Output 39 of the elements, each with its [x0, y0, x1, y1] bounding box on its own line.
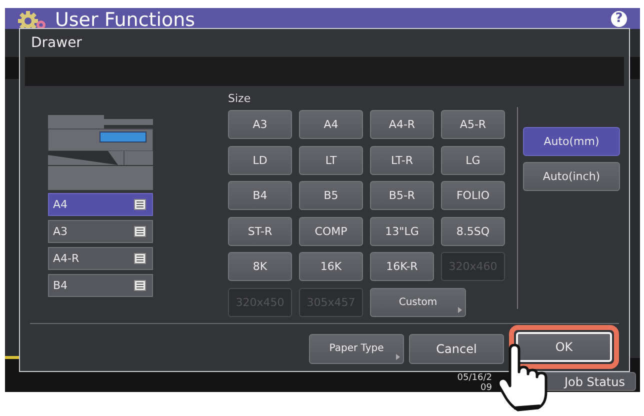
size-button[interactable]: A5-R — [441, 110, 505, 139]
paper-type-button[interactable]: Paper Type — [309, 334, 404, 364]
size-button[interactable]: 16K — [299, 252, 363, 281]
help-button[interactable]: ? — [611, 11, 627, 27]
size-button[interactable]: COMP — [299, 216, 363, 246]
size-button[interactable]: A3 — [228, 110, 292, 139]
size-button[interactable]: LD — [228, 146, 292, 174]
dialog-title: Drawer — [30, 34, 83, 53]
list-icon — [134, 226, 146, 237]
size-button[interactable]: 13"LG — [370, 216, 434, 246]
size-button[interactable]: LT — [299, 146, 363, 174]
size-button[interactable]: B4 — [228, 181, 292, 210]
list-icon — [134, 253, 146, 264]
dialog-button[interactable]: Cancel — [409, 334, 504, 364]
size-button[interactable]: B5-R — [370, 181, 434, 210]
size-label: Size — [228, 92, 252, 106]
size-button[interactable]: A4 — [299, 110, 363, 139]
drawer-item[interactable]: A4 — [48, 193, 153, 216]
size-button[interactable]: 8K — [228, 252, 292, 281]
size-button[interactable]: FOLIO — [441, 181, 505, 210]
auto-size-button[interactable]: Auto(mm) — [523, 127, 620, 156]
date-text: 05/16/2 — [457, 373, 492, 383]
custom-button[interactable]: Custom — [370, 288, 466, 316]
size-button[interactable]: A4-R — [370, 110, 434, 139]
size-button[interactable]: B5 — [299, 181, 363, 210]
size-button[interactable]: 16K-R — [370, 252, 434, 281]
size-button[interactable]: 8.5SQ — [441, 216, 505, 246]
size-button[interactable]: ST-R — [228, 216, 292, 246]
size-button[interactable]: LG — [441, 146, 505, 174]
time-text: 09 — [480, 383, 492, 393]
window-title: User Functions — [55, 8, 196, 32]
auto-size-button[interactable]: Auto(inch) — [523, 162, 620, 191]
drawer-item[interactable]: A3 — [48, 220, 153, 243]
dialog-button[interactable]: OK — [516, 332, 612, 362]
drawer-item[interactable]: B4 — [48, 274, 153, 297]
list-icon — [134, 199, 146, 210]
list-icon — [134, 280, 146, 291]
size-button[interactable]: LT-R — [370, 146, 434, 174]
drawer-item[interactable]: A4-R — [48, 247, 153, 270]
